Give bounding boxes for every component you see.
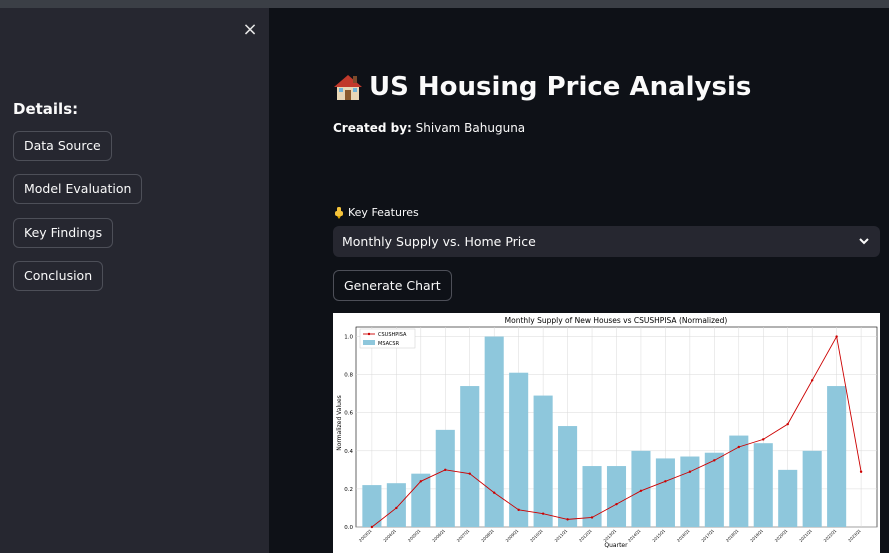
line-point: [370, 525, 374, 529]
conclusion-button[interactable]: Conclusion: [13, 261, 104, 291]
line-point: [664, 480, 667, 483]
line-point: [639, 489, 643, 493]
bar: [386, 483, 406, 527]
chart-ylabel: Normalized Values: [336, 395, 343, 451]
key-features-label: Key Features: [333, 206, 419, 219]
page-title: US Housing Price Analysis: [333, 72, 751, 102]
x-tick-label: 2023Q1: [847, 528, 862, 543]
select-value: Monthly Supply vs. Home Price: [342, 234, 536, 249]
x-tick-label: 2011Q1: [554, 528, 569, 543]
x-tick-label: 2022Q1: [823, 528, 838, 543]
x-tick-label: 2014Q1: [627, 528, 642, 543]
sidebar: × Details: Data Source Model Evaluation …: [0, 8, 269, 553]
close-sidebar-button[interactable]: ×: [240, 20, 260, 40]
x-tick-label: 2007Q1: [456, 528, 471, 543]
y-tick-label: 0.6: [344, 411, 353, 417]
bar: [460, 386, 480, 527]
chart: Monthly Supply of New Houses vs CSUSHPIS…: [336, 316, 878, 549]
generate-chart-button[interactable]: Generate Chart: [333, 270, 452, 301]
x-tick-label: 2003Q1: [358, 528, 373, 543]
line-point: [859, 470, 863, 473]
chart-title: Monthly Supply of New Houses vs CSUSHPIS…: [505, 316, 728, 325]
bar: [655, 458, 675, 527]
x-tick-label: 2017Q1: [700, 528, 715, 543]
line-point: [419, 480, 423, 483]
bar: [827, 386, 847, 527]
key-features-text: Key Features: [348, 206, 419, 219]
created-by: Created by: Shivam Bahuguna: [333, 121, 525, 135]
x-tick-label: 2019Q1: [749, 528, 764, 543]
data-source-button[interactable]: Data Source: [13, 131, 112, 161]
line-point: [737, 445, 741, 449]
line-point: [713, 459, 716, 462]
line-point: [517, 508, 520, 512]
model-evaluation-button[interactable]: Model Evaluation: [13, 174, 143, 204]
legend-label: MSACSR: [378, 341, 400, 347]
line-point: [810, 379, 814, 382]
bar: [484, 336, 504, 527]
house-icon: [334, 75, 362, 100]
feature-select[interactable]: Monthly Supply vs. Home Price: [333, 226, 880, 257]
y-tick-label: 1.0: [344, 335, 353, 341]
x-tick-label: 2008Q1: [480, 528, 495, 543]
line-point: [468, 472, 471, 475]
created-by-label: Created by:: [333, 121, 412, 135]
bar: [606, 466, 627, 527]
title-text: US Housing Price Analysis: [369, 72, 752, 102]
y-tick-label: 0.0: [344, 525, 353, 531]
x-tick-label: 2006Q1: [431, 528, 446, 543]
x-tick-label: 2005Q1: [407, 528, 422, 543]
bar: [435, 429, 455, 527]
line-point: [444, 468, 447, 472]
line-point: [395, 506, 398, 510]
line-point: [688, 470, 692, 473]
x-tick-label: 2018Q1: [725, 528, 740, 543]
bar: [753, 443, 773, 527]
x-tick-label: 2016Q1: [676, 528, 691, 543]
x-tick-label: 2015Q1: [651, 528, 666, 543]
x-tick-label: 2012Q1: [578, 528, 593, 543]
y-tick-label: 0.2: [344, 487, 353, 493]
sidebar-heading: Details:: [13, 100, 79, 118]
pointing-down-icon: [335, 206, 343, 219]
line-point: [762, 438, 765, 441]
legend-bar-swatch: [363, 340, 375, 345]
bar: [631, 450, 651, 527]
legend-line-marker: [367, 332, 371, 336]
line-point: [786, 422, 789, 426]
main-content: US Housing Price Analysis Created by: Sh…: [269, 8, 889, 553]
browser-top-strip: [0, 0, 889, 8]
x-tick-label: 2009Q1: [505, 528, 520, 543]
bar: [778, 469, 798, 527]
bar: [509, 372, 529, 527]
x-tick-label: 2004Q1: [382, 528, 397, 543]
line-point: [615, 502, 618, 506]
legend-label: CSUSHPISA: [378, 332, 407, 338]
line-point: [835, 335, 838, 338]
bar: [802, 450, 822, 527]
key-findings-button[interactable]: Key Findings: [13, 218, 114, 248]
line-point: [566, 518, 569, 521]
x-tick-label: 2020Q1: [774, 528, 789, 543]
close-icon: ×: [242, 19, 258, 40]
bar: [558, 426, 578, 527]
x-tick-label: 2021Q1: [798, 528, 813, 543]
line-point: [492, 491, 496, 494]
line-point: [590, 516, 594, 519]
y-tick-label: 0.8: [344, 373, 353, 379]
y-tick-label: 0.4: [344, 449, 353, 455]
x-tick-label: 2013Q1: [602, 528, 617, 543]
author-name: Shivam Bahuguna: [415, 121, 526, 135]
bar: [680, 456, 700, 527]
bar: [533, 395, 553, 527]
bar: [362, 485, 382, 527]
line-point: [541, 512, 545, 515]
chevron-down-icon: [859, 238, 869, 245]
chart-container: Monthly Supply of New Houses vs CSUSHPIS…: [333, 313, 880, 553]
bar: [729, 435, 749, 527]
x-tick-label: 2010Q1: [529, 528, 544, 543]
chart-xlabel: Quarter: [604, 542, 628, 549]
